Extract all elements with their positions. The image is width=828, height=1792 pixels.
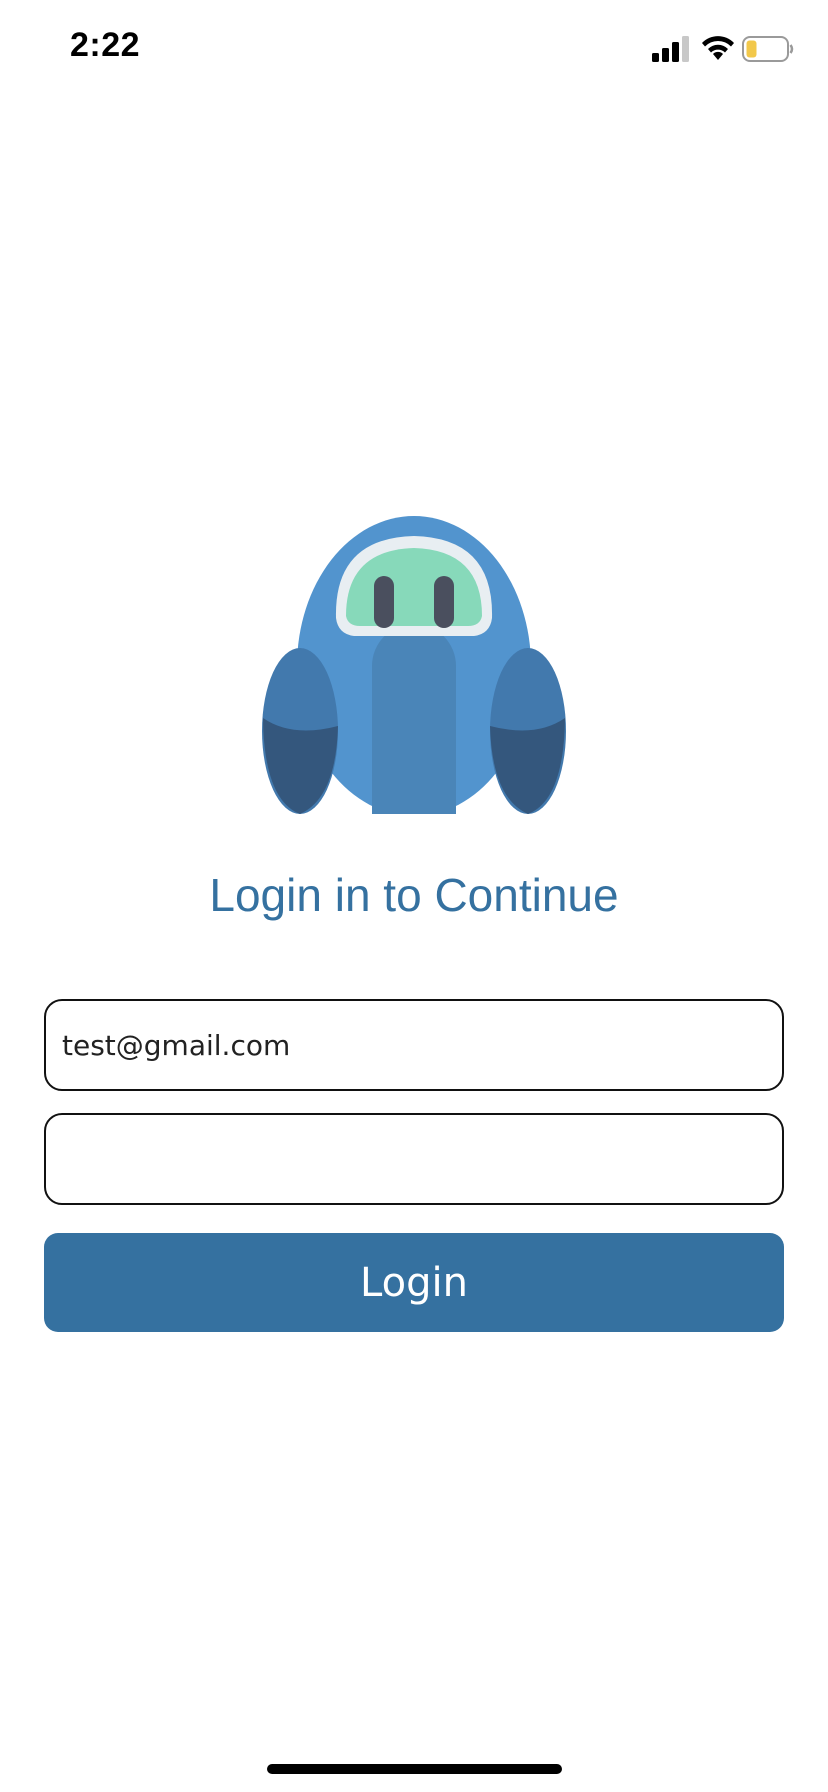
wifi-icon bbox=[702, 36, 734, 60]
password-field[interactable] bbox=[44, 1113, 784, 1205]
status-bar: 2:22 bbox=[0, 0, 828, 100]
robot-mascot-icon bbox=[262, 516, 566, 814]
signal-icon bbox=[652, 36, 689, 62]
login-title: Login in to Continue bbox=[209, 869, 619, 921]
status-time: 2:22 bbox=[70, 26, 141, 64]
login-button[interactable]: Login bbox=[44, 1233, 784, 1332]
battery-icon bbox=[742, 36, 794, 62]
email-field[interactable] bbox=[44, 999, 784, 1091]
home-indicator[interactable] bbox=[267, 1764, 562, 1774]
login-screen: 2:22 Login in to Continue test@gmail.com… bbox=[0, 0, 828, 1792]
